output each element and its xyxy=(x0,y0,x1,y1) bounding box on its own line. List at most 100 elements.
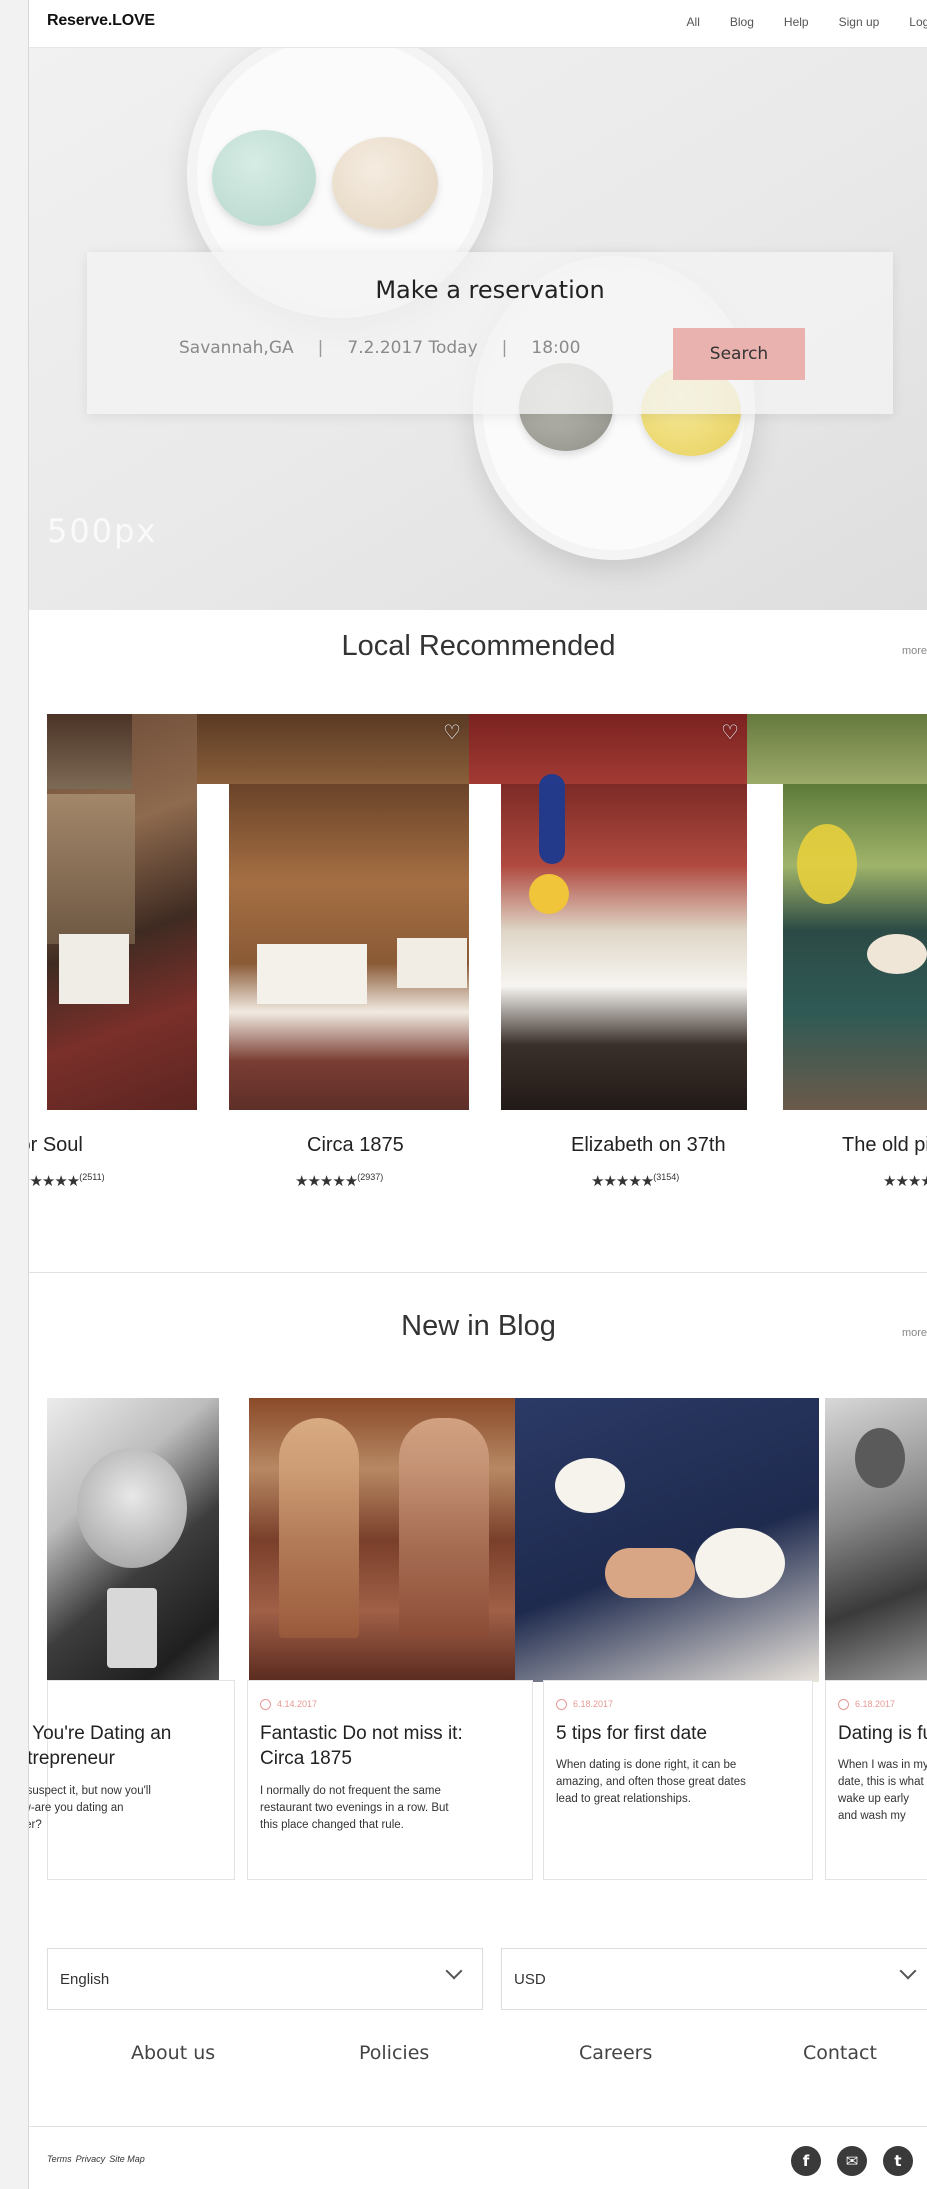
blog-more-link[interactable]: more xyxy=(902,1327,927,1339)
brand-logo[interactable]: Reserve.LOVE xyxy=(47,12,155,30)
recommended-more-link[interactable]: more xyxy=(902,645,927,657)
recommended-title: Local Recommended xyxy=(341,630,616,662)
blog-post-title: So You're Dating an Entrepreneur xyxy=(29,1721,172,1771)
clock-icon xyxy=(260,1699,271,1711)
review-count: (3154) xyxy=(653,1172,680,1182)
blog-post-excerpt: I normally do not frequent the same rest… xyxy=(260,1783,449,1834)
footer-link-careers[interactable]: Careers xyxy=(579,2042,652,2064)
restaurant-name[interactable]: Alligator Soul xyxy=(29,1134,83,1157)
blog-post-title-line: Entrepreneur xyxy=(29,1748,115,1769)
restaurant-image[interactable]: ♡ xyxy=(197,714,481,1110)
restaurant-rating: ★★★★★(2511) xyxy=(29,1172,105,1190)
blog-post-excerpt: You suspect it, but now you'll know-are … xyxy=(28,1783,151,1834)
blog-post-title-line: Fantastic Do not miss it: xyxy=(260,1723,463,1744)
privacy-link[interactable]: Privacy xyxy=(76,2154,106,2164)
twitter-icon[interactable]: t xyxy=(883,2146,913,2176)
reservation-fields: Savannah,GA | 7.2.2017 Today | 18:00 xyxy=(179,338,580,358)
restaurant-rating: ★★★★★(3154) xyxy=(591,1172,679,1190)
blog-post-card[interactable]: 6.18.2017 Dating is fun When I was in my… xyxy=(825,1680,927,1880)
blog-post-title-line: 5 tips for first date xyxy=(556,1723,708,1744)
language-value: English xyxy=(60,1971,110,1988)
currency-select[interactable]: USD xyxy=(501,1948,927,2010)
star-rating-icon: ★★★★★ xyxy=(591,1173,654,1190)
blog-post-image[interactable] xyxy=(825,1398,927,1682)
footer-link-policies[interactable]: Policies xyxy=(359,2042,429,2064)
star-rating-icon: ★★★★★ xyxy=(29,1173,80,1190)
review-count: (2937) xyxy=(357,1172,384,1182)
facebook-icon[interactable]: f xyxy=(791,2146,821,2176)
blog-post-excerpt-line: When dating is done right, it can be xyxy=(556,1759,737,1771)
restaurant-name[interactable]: Circa 1875 xyxy=(307,1134,404,1157)
reservation-box: Make a reservation Savannah,GA | 7.2.201… xyxy=(87,252,893,414)
restaurant-image[interactable]: ♡ xyxy=(469,714,769,1110)
nav-help[interactable]: Help xyxy=(784,15,809,29)
legal-links: Terms Privacy Site Map xyxy=(47,2154,145,2164)
time-field[interactable]: 18:00 xyxy=(531,338,580,358)
blog-post-date: 6.18.2017 xyxy=(838,1699,895,1711)
date-field[interactable]: 7.2.2017 Today xyxy=(347,338,477,358)
nav-all[interactable]: All xyxy=(687,15,700,29)
footer-divider xyxy=(29,2126,927,2127)
restaurant-image[interactable] xyxy=(747,714,927,1110)
star-rating-icon: ★★★★★ xyxy=(295,1173,358,1190)
restaurant-name[interactable]: The old pink xyxy=(842,1134,927,1157)
favorite-heart-icon[interactable]: ♡ xyxy=(719,722,741,742)
location-field[interactable]: Savannah,GA xyxy=(179,338,294,358)
blog-post-title-line: Dating is fun xyxy=(838,1723,927,1744)
clock-icon xyxy=(838,1699,849,1711)
blog-post-excerpt-line: You suspect it, but now you'll xyxy=(28,1785,151,1797)
blog-post-excerpt-line: date, this is what I xyxy=(838,1776,927,1788)
blog-post-title-line: So You're Dating an xyxy=(29,1723,172,1744)
watermark: 500px xyxy=(47,512,158,550)
blog-post-title: 5 tips for first date xyxy=(556,1721,707,1746)
blog-post-excerpt-line: this place changed that rule. xyxy=(260,1819,404,1831)
restaurant-name[interactable]: Elizabeth on 37th xyxy=(571,1134,726,1157)
reservation-title: Make a reservation xyxy=(375,276,605,304)
site-map-link[interactable]: Site Map xyxy=(109,2154,145,2164)
review-count: (2511) xyxy=(79,1172,105,1182)
blog-post-title-line: Circa 1875 xyxy=(260,1748,352,1769)
nav-log-in[interactable]: Log in xyxy=(909,15,927,29)
blog-post-card[interactable]: 6.18.2017 5 tips for first date When dat… xyxy=(543,1680,813,1880)
blog-post-excerpt-line: wake up early xyxy=(838,1793,909,1805)
blog-post-excerpt-line: know-are you dating an xyxy=(29,1802,124,1814)
blog-post-date: 4.14.2017 xyxy=(260,1699,318,1711)
favorite-heart-icon[interactable]: ♡ xyxy=(441,722,463,742)
blog-post-title: Fantastic Do not miss it: Circa 1875 xyxy=(260,1721,463,1771)
language-select[interactable]: English xyxy=(47,1948,483,2010)
blog-post-date-text: 4.14.2017 xyxy=(277,1699,318,1709)
blog-post-date: 6.18.2017 xyxy=(556,1699,614,1711)
search-button[interactable]: Search xyxy=(673,328,805,380)
footer-link-contact[interactable]: Contact xyxy=(803,2042,877,2064)
blog-post-title: Dating is fun xyxy=(838,1721,927,1746)
chevron-down-icon xyxy=(899,1962,917,1980)
blog-post-excerpt-line: restaurant two evenings in a row. But xyxy=(260,1802,449,1814)
blog-post-card[interactable]: 4.14.2017 Fantastic Do not miss it: Circ… xyxy=(247,1680,533,1880)
blog-post-card[interactable]: So You're Dating an Entrepreneur You sus… xyxy=(29,1680,235,1880)
top-nav: Reserve.LOVE All Blog Help Sign up Log i… xyxy=(29,0,927,48)
blog-post-excerpt-line: When I was in my first xyxy=(838,1759,927,1771)
blog-post-excerpt-line: I normally do not frequent the same xyxy=(260,1785,441,1797)
currency-value: USD xyxy=(514,1971,546,1988)
nav-sign-up[interactable]: Sign up xyxy=(839,15,880,29)
blog-post-image[interactable] xyxy=(219,1398,553,1682)
footer-link-about[interactable]: About us xyxy=(131,2042,215,2064)
blog-post-image[interactable] xyxy=(515,1398,849,1682)
star-rating-icon: ★★★★★ xyxy=(883,1173,927,1190)
blog-title: New in Blog xyxy=(401,1310,556,1342)
restaurant-image[interactable] xyxy=(47,714,217,1110)
blog-post-excerpt-line: and wash my xyxy=(838,1810,906,1822)
blog-post-excerpt-line: amazing, and often those great dates xyxy=(556,1776,746,1788)
restaurant-rating: ★★★★★(2937) xyxy=(295,1172,383,1190)
blog-post-excerpt-line: lead to great relationships. xyxy=(556,1793,691,1805)
page: Reserve.LOVE All Blog Help Sign up Log i… xyxy=(28,0,927,2189)
email-icon[interactable]: ✉ xyxy=(837,2146,867,2176)
terms-link[interactable]: Terms xyxy=(47,2154,72,2164)
blog-post-date-text: 6.18.2017 xyxy=(573,1699,614,1709)
macaron-image xyxy=(212,130,316,226)
nav-blog[interactable]: Blog xyxy=(730,15,754,29)
blog-post-excerpt: When I was in my first date, this is wha… xyxy=(838,1757,927,1825)
blog-post-excerpt-line: owner? xyxy=(29,1819,42,1831)
separator: | xyxy=(317,338,324,358)
hero-banner: 500px Make a reservation Savannah,GA | 7… xyxy=(29,48,927,610)
